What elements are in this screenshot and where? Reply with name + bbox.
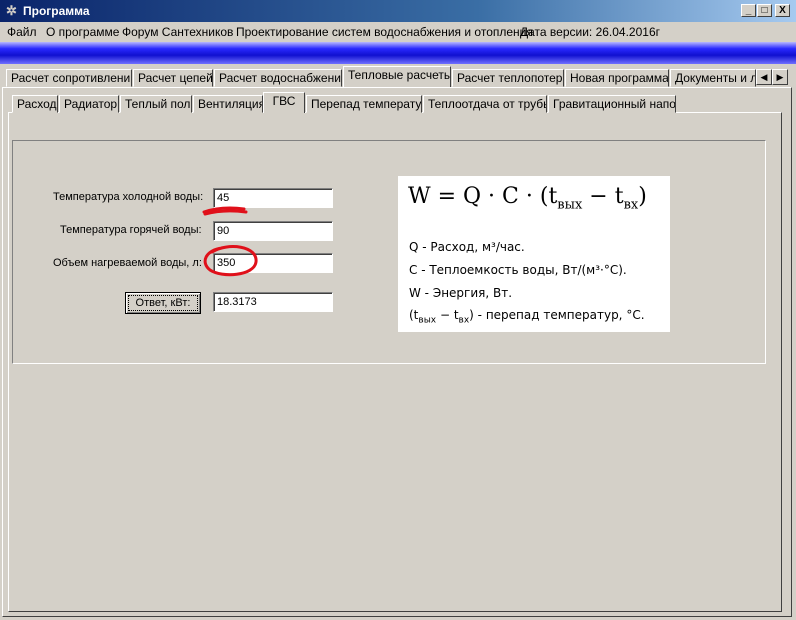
formula-main-prefix: W = Q · C · (t xyxy=(408,184,558,209)
maximize-button[interactable]: □ xyxy=(757,4,772,17)
tab-water-supply[interactable]: Расчет водоснабжения xyxy=(214,69,342,87)
subtab-pipe-heat[interactable]: Теплоотдача от трубы xyxy=(423,95,547,113)
tab-thermal[interactable]: Тепловые расчеты xyxy=(343,66,451,87)
hot-water-input[interactable]: 90 xyxy=(213,221,333,241)
formula-minus: − t xyxy=(582,184,624,209)
formula-line4-sub-out: вых xyxy=(418,315,437,326)
formula-close: ) xyxy=(638,184,647,209)
tab-heat-loss[interactable]: Расчет теплопотерь xyxy=(452,69,564,87)
window-title: Программа xyxy=(23,4,90,18)
menu-bar: Файл О программе Форум Сантехников Проек… xyxy=(0,22,796,42)
formula-sub-in: вх xyxy=(623,197,639,213)
gear-icon: ✲ xyxy=(6,3,17,18)
formula-line-w: W - Энергия, Вт. xyxy=(409,286,513,300)
header-banner xyxy=(0,42,796,64)
formula-panel: W = Q · C · (tвых − tвх) Q - Расход, м³/… xyxy=(398,176,670,332)
answer-button[interactable]: Ответ, кВт: xyxy=(125,292,201,314)
subtab-temperature-drop[interactable]: Перепад температур xyxy=(306,95,422,113)
volume-label: Объем нагреваемой воды, л: xyxy=(53,257,202,269)
minimize-button[interactable]: _ xyxy=(741,4,756,17)
menu-about[interactable]: О программе xyxy=(46,25,119,39)
formula-line4-minus: − t xyxy=(436,308,459,322)
subtab-ventilation[interactable]: Вентиляция xyxy=(193,95,263,113)
title-bar[interactable]: ✲ Программа _ □ X xyxy=(0,0,796,22)
version-date: Дата версии: 26.04.2016г xyxy=(520,25,661,39)
tab-scroll-left-icon[interactable]: ◀ xyxy=(756,69,772,85)
menu-design[interactable]: Проектирование систем водоснабжения и от… xyxy=(236,25,533,39)
volume-input[interactable]: 350 xyxy=(213,253,333,273)
formula-line4-rest: ) - перепад температур, °С. xyxy=(469,308,645,322)
formula-line4-sub-in: вх xyxy=(458,315,470,326)
menu-forum[interactable]: Форум Сантехников xyxy=(122,25,233,39)
subtab-gravity-head[interactable]: Гравитационный напор xyxy=(548,95,676,113)
formula-line-dt: (tвых − tвх) - перепад температур, °С. xyxy=(409,308,645,325)
formula-line4-open: (t xyxy=(409,308,419,322)
formula-main: W = Q · C · (tвых − tвх) xyxy=(408,184,647,212)
formula-line-c: C - Теплоемкость воды, Вт/(м³·°С). xyxy=(409,263,627,277)
menu-file[interactable]: Файл xyxy=(7,25,37,39)
tab-resistance[interactable]: Расчет сопротивлений xyxy=(6,69,132,87)
formula-line-q: Q - Расход, м³/час. xyxy=(409,240,525,254)
tab-scroll-right-icon[interactable]: ▶ xyxy=(772,69,788,85)
subtab-hot-water[interactable]: ГВС xyxy=(263,92,305,113)
subtab-floor-heating[interactable]: Теплый пол xyxy=(120,95,192,113)
hot-water-label: Температура горячей воды: xyxy=(60,224,202,236)
cold-water-input[interactable]: 45 xyxy=(213,188,333,208)
sub-tabs: Расход Радиатор Теплый пол Вентиляция ГВ… xyxy=(0,92,796,114)
tab-circuits[interactable]: Расчет цепей xyxy=(133,69,213,87)
close-button[interactable]: X xyxy=(775,4,790,17)
tab-new-program[interactable]: Новая программа xyxy=(565,69,669,87)
answer-output: 18.3173 xyxy=(213,292,333,312)
subtab-radiator[interactable]: Радиатор xyxy=(59,95,119,113)
cold-water-label: Температура холодной воды: xyxy=(53,191,204,203)
subtab-flow[interactable]: Расход xyxy=(12,95,58,113)
answer-button-label: Ответ, кВт: xyxy=(128,295,198,311)
app-window: ✲ Программа _ □ X Файл О программе Форум… xyxy=(0,0,796,620)
main-tabs: Расчет сопротивлений Расчет цепей Расчет… xyxy=(0,66,796,88)
tab-documents[interactable]: Документы и л xyxy=(670,69,756,87)
formula-sub-out: вых xyxy=(557,197,583,213)
